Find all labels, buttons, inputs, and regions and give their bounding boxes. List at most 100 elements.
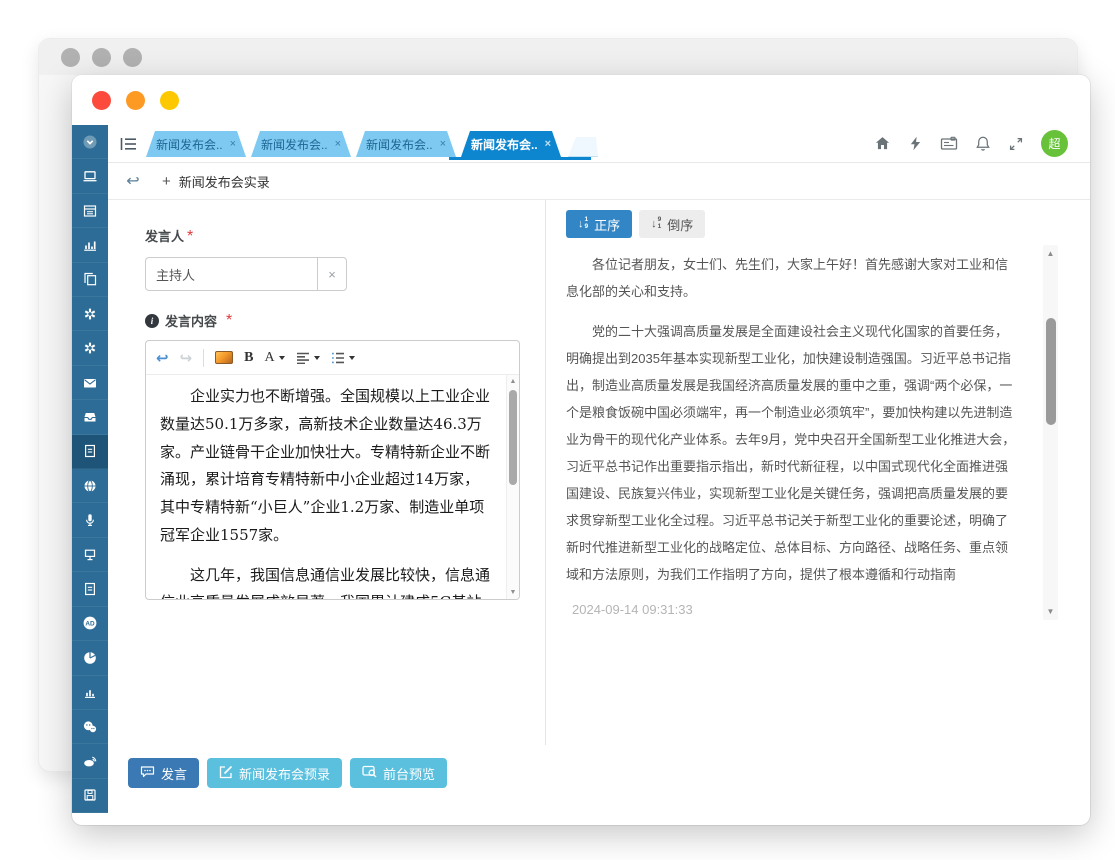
user-avatar[interactable]: 超 xyxy=(1041,130,1068,157)
gear-icon xyxy=(82,306,98,322)
scrollbar-thumb[interactable] xyxy=(1046,318,1056,425)
content-label-text: 发言内容 xyxy=(165,311,217,330)
sidebar-item-statistics[interactable] xyxy=(72,228,108,262)
sidebar-item-press-conference[interactable] xyxy=(72,435,108,469)
editor-paragraph: 企业实力也不断增强。全国规模以上工业企业数量达50.1万多家，高新技术企业数量达… xyxy=(160,383,494,550)
sort-controls: ↓19 正序 ↓91 倒序 xyxy=(566,210,1070,238)
tab-close-icon[interactable]: × xyxy=(230,138,236,150)
active-tab-underline xyxy=(449,157,591,160)
breadcrumb-bar: ↩ + 新闻发布会实录 xyxy=(108,163,1090,200)
sidebar-item-wechat[interactable] xyxy=(72,710,108,744)
edit-icon xyxy=(219,765,233,782)
zoom-window-icon[interactable] xyxy=(160,91,179,110)
tab-label: 新闻发布会.. xyxy=(156,136,223,153)
sidebar-item-copy[interactable] xyxy=(72,263,108,297)
sidebar-item-globe[interactable] xyxy=(72,469,108,503)
sidebar-item-dashboard[interactable] xyxy=(72,159,108,193)
sidebar-item-articles[interactable] xyxy=(72,572,108,606)
redo-icon[interactable]: ↪ xyxy=(180,349,193,367)
ad-icon: AD xyxy=(82,615,98,631)
editor-content[interactable]: 企业实力也不断增强。全国规模以上工业企业数量达50.1万多家，高新技术企业数量达… xyxy=(146,375,506,599)
sort-ascending-button[interactable]: ↓19 正序 xyxy=(566,210,632,238)
content-field-label: i 发言内容 * xyxy=(145,311,519,330)
window-dot-icon xyxy=(123,48,142,67)
tab-press-conference-2[interactable]: 新闻发布会.. × xyxy=(251,131,351,157)
main-area: 新闻发布会.. × 新闻发布会.. × 新闻发布会.. × 新闻发布会.. xyxy=(108,125,1090,813)
insert-image-icon[interactable] xyxy=(215,351,233,364)
collapse-chevron-icon xyxy=(82,134,98,150)
chevron-down-icon xyxy=(279,356,285,360)
tab-close-icon[interactable]: × xyxy=(335,138,341,150)
mail-icon xyxy=(82,375,98,391)
speaker-input-group: × xyxy=(145,257,347,291)
tab-press-conference-1[interactable]: 新闻发布会.. × xyxy=(146,131,246,157)
sidebar-item-weibo[interactable] xyxy=(72,744,108,778)
list-button[interactable] xyxy=(331,352,355,364)
plus-icon: + xyxy=(162,173,171,190)
expand-icon[interactable] xyxy=(1008,136,1024,152)
clear-input-button[interactable]: × xyxy=(317,257,347,291)
sidebar-item-settings[interactable] xyxy=(72,297,108,331)
scroll-down-icon[interactable]: ▼ xyxy=(507,589,519,596)
font-color-button[interactable]: A xyxy=(265,350,285,366)
home-icon[interactable] xyxy=(874,135,891,152)
sort-descending-button[interactable]: ↓91 倒序 xyxy=(639,210,705,238)
prerecord-button[interactable]: 新闻发布会预录 xyxy=(207,758,342,788)
transcript-scroll-area[interactable]: 各位记者朋友，女士们、先生们，大家上午好！首先感谢大家对工业和信息化部的关心和支… xyxy=(566,251,1070,623)
speaker-field-label: 发言人* xyxy=(145,226,519,246)
tab-stub xyxy=(568,137,598,157)
speaker-input[interactable] xyxy=(145,257,317,291)
speaker-label-text: 发言人 xyxy=(145,229,184,244)
transcript-paragraph: 党的二十大强调高质量发展是全面建设社会主义现代化国家的首要任务，明确提出到203… xyxy=(566,318,1018,588)
tab-close-icon[interactable]: × xyxy=(545,138,551,150)
scroll-up-icon[interactable]: ▲ xyxy=(1043,249,1058,258)
scroll-up-icon[interactable]: ▲ xyxy=(507,378,519,385)
minimize-window-icon[interactable] xyxy=(126,91,145,110)
news-card-icon[interactable] xyxy=(940,135,958,152)
close-window-icon[interactable] xyxy=(92,91,111,110)
sort-asc-label: 正序 xyxy=(594,215,620,234)
speak-button[interactable]: 发言 xyxy=(128,758,199,788)
back-arrow-icon[interactable]: ↩ xyxy=(120,171,146,191)
scrollbar-thumb[interactable] xyxy=(509,390,517,485)
sort-numeric-desc-icon: ↓91 xyxy=(651,217,661,231)
sidebar-item-news[interactable] xyxy=(72,194,108,228)
stage: AD xyxy=(0,0,1115,860)
sidebar-item-ads[interactable]: AD xyxy=(72,607,108,641)
transcript-panel: ↓19 正序 ↓91 倒序 各位记者朋友，女士们、先生们，大家上午好！首先感谢大… xyxy=(546,200,1090,745)
sidebar-item-terminal[interactable] xyxy=(72,538,108,572)
tab-press-conference-active[interactable]: 新闻发布会.. × xyxy=(461,131,561,157)
tab-press-conference-3[interactable]: 新闻发布会.. × xyxy=(356,131,456,157)
sidebar-item-mail[interactable] xyxy=(72,366,108,400)
required-asterisk: * xyxy=(226,312,232,330)
workstation-icon xyxy=(82,547,98,563)
document-icon xyxy=(82,443,98,459)
sidebar-item-analytics-pie[interactable] xyxy=(72,641,108,675)
undo-icon[interactable]: ↩ xyxy=(156,349,169,367)
scroll-down-icon[interactable]: ▼ xyxy=(1043,607,1058,616)
app-window: AD xyxy=(72,75,1090,825)
editor-scrollbar[interactable]: ▲ ▼ xyxy=(506,375,519,599)
align-button[interactable] xyxy=(296,352,320,364)
bold-button[interactable]: B xyxy=(244,350,253,366)
transcript-scrollbar[interactable]: ▲ ▼ xyxy=(1043,245,1058,620)
sidebar-item-audio[interactable] xyxy=(72,503,108,537)
preview-button[interactable]: 前台预览 xyxy=(350,758,447,788)
chevron-down-icon xyxy=(314,356,320,360)
bell-icon[interactable] xyxy=(975,135,991,152)
laptop-icon xyxy=(82,168,98,184)
menu-toggle-icon[interactable] xyxy=(116,125,142,162)
sidebar-item-inbox[interactable] xyxy=(72,400,108,434)
tab-close-icon[interactable]: × xyxy=(440,138,446,150)
sidebar-item-save[interactable] xyxy=(72,779,108,813)
sidebar-item-config[interactable] xyxy=(72,331,108,365)
info-icon: i xyxy=(145,314,159,328)
save-icon xyxy=(82,787,98,803)
histogram-icon xyxy=(82,684,98,700)
editor-toolbar: ↩ ↪ B A xyxy=(146,341,519,375)
entry-timestamp: 2024-09-14 09:31:33 xyxy=(572,602,1018,617)
gear-icon xyxy=(82,340,98,356)
sidebar-item-analytics-bars[interactable] xyxy=(72,676,108,710)
sidebar-item-collapse[interactable] xyxy=(72,125,108,159)
bolt-icon[interactable] xyxy=(908,135,923,152)
